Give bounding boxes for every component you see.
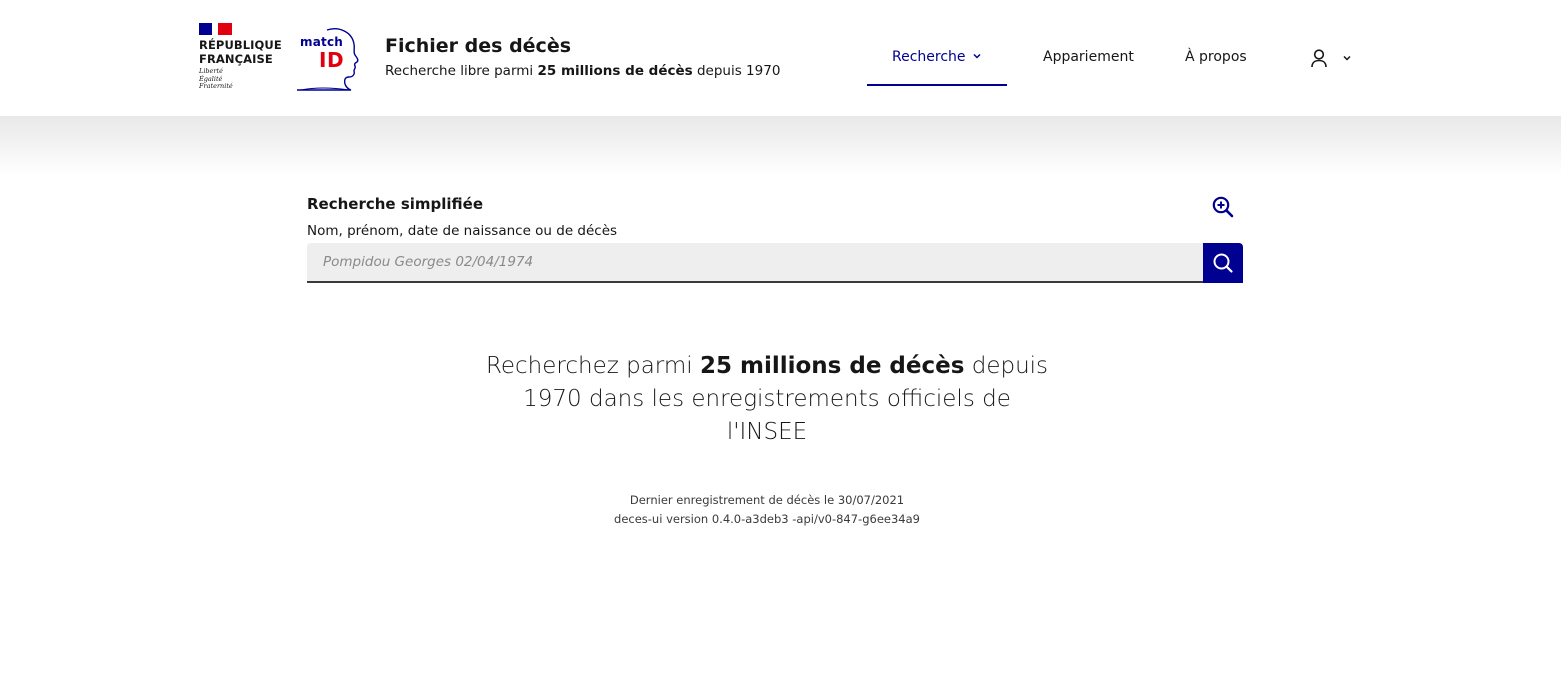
matchid-logo[interactable]: match ID [297, 24, 363, 94]
version-string: deces-ui version 0.4.0-a3deb3 -api/v0-84… [614, 512, 920, 526]
hero-tagline: Recherchez parmi 25 millions de décès de… [485, 353, 1049, 445]
header-shadow [0, 116, 1561, 176]
search-button[interactable] [1203, 243, 1243, 283]
search-input[interactable] [307, 243, 1203, 283]
nav-recherche[interactable]: Recherche [867, 48, 1007, 86]
republique-francaise-logo[interactable]: RÉPUBLIQUE FRANÇAISE Liberté Égalité Fra… [199, 23, 289, 95]
logo-id-text: ID [319, 48, 345, 72]
republique-francaise-title: RÉPUBLIQUE FRANÇAISE [199, 38, 282, 66]
data-version-info: Dernier enregistrement de décès le 30/07… [480, 491, 1054, 529]
service-title[interactable]: Fichier des décès [385, 35, 571, 57]
search-icon [1213, 253, 1233, 273]
chevron-down-icon [1343, 55, 1351, 61]
marianne-flag-icon [199, 23, 232, 35]
last-record-date: Dernier enregistrement de décès le 30/07… [629, 493, 905, 507]
user-menu[interactable] [1309, 46, 1359, 70]
zoom-in-icon[interactable] [1211, 195, 1235, 219]
search-form: Recherche simplifiée Nom, prénom, date d… [307, 193, 1243, 283]
chevron-down-icon [973, 53, 981, 59]
logo-match-text: match [300, 35, 343, 49]
site-header: RÉPUBLIQUE FRANÇAISE Liberté Égalité Fra… [0, 0, 1561, 116]
nav-recherche-label: Recherche [892, 49, 966, 65]
nav-appariement[interactable]: Appariement [1043, 49, 1134, 65]
search-label: Nom, prénom, date de naissance ou de déc… [307, 223, 618, 239]
service-tagline: Recherche libre parmi 25 millions de déc… [385, 63, 781, 79]
search-heading: Recherche simplifiée [307, 195, 484, 213]
devise: Liberté Égalité Fraternité [199, 67, 233, 90]
user-icon [1311, 49, 1327, 68]
nav-a-propos[interactable]: À propos [1185, 49, 1247, 65]
